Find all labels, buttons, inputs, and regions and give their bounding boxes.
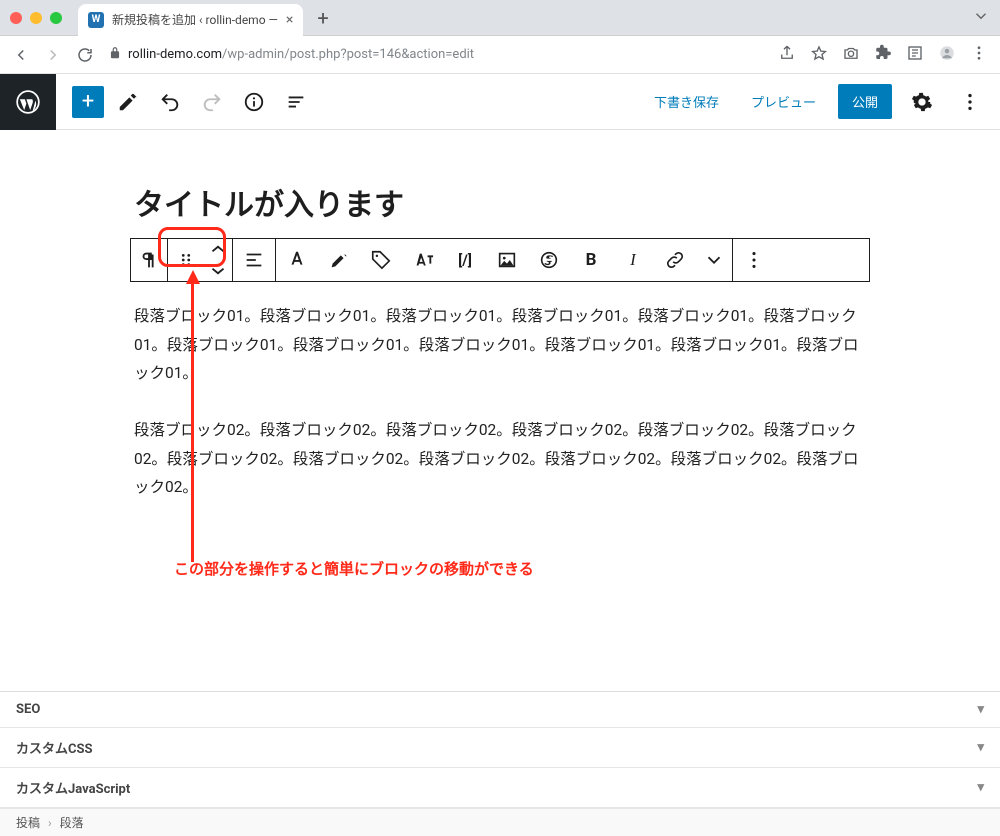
save-draft-button[interactable]: 下書き保存 [644, 86, 729, 117]
chrome-actions [778, 44, 988, 66]
block-inserter-button[interactable]: + [72, 86, 104, 118]
block-breadcrumb: 投稿 › 段落 [0, 808, 1000, 836]
reading-list-icon[interactable] [906, 44, 924, 66]
block-toolbar: [/] B I [130, 238, 870, 282]
highlight-color-button[interactable] [318, 239, 360, 281]
image-button[interactable] [486, 239, 528, 281]
metaboxes: SEO ▾ カスタムCSS ▾ カスタムJavaScript ▾ [0, 691, 1000, 808]
tab-strip: W 新規投稿を追加 ‹ rollin-demo — × + [0, 0, 1000, 36]
breadcrumb-separator-icon: › [48, 816, 52, 830]
breadcrumb-current[interactable]: 段落 [60, 814, 84, 831]
block-options-button[interactable] [733, 239, 775, 281]
edit-mode-button[interactable] [110, 84, 146, 120]
paragraph-block-1[interactable]: 段落ブロック01。段落ブロック01。段落ブロック01。段落ブロック01。段落ブロ… [130, 302, 870, 388]
bold-button[interactable]: B [570, 239, 612, 281]
move-up-down-buttons[interactable] [204, 239, 232, 281]
metabox-seo[interactable]: SEO ▾ [0, 692, 1000, 728]
font-size-button[interactable] [402, 239, 444, 281]
metabox-custom-css[interactable]: カスタムCSS ▾ [0, 728, 1000, 768]
chevron-down-icon: ▾ [977, 780, 984, 795]
camera-icon[interactable] [842, 44, 860, 66]
window-minimize-button[interactable] [30, 12, 42, 24]
annotation-arrow-line [191, 282, 194, 562]
settings-button[interactable] [904, 84, 940, 120]
metabox-seo-label: SEO [16, 702, 40, 717]
tab-add-button[interactable]: + [317, 6, 328, 30]
window-zoom-button[interactable] [50, 12, 62, 24]
metabox-custom-js-label: カスタムJavaScript [16, 778, 130, 797]
profile-icon[interactable] [938, 44, 956, 66]
publish-button[interactable]: 公開 [838, 84, 892, 119]
nav-forward-button[interactable] [44, 46, 62, 64]
text-color-button[interactable] [276, 239, 318, 281]
editor: + 下書き保存 プレビュー 公開 [0, 74, 1000, 836]
breadcrumb-root[interactable]: 投稿 [16, 814, 40, 831]
more-rich-text-button[interactable] [696, 239, 732, 281]
share-icon[interactable] [778, 44, 796, 66]
nav-back-button[interactable] [12, 46, 30, 64]
wordpress-logo-button[interactable] [0, 74, 56, 130]
window-close-button[interactable] [10, 12, 22, 24]
browser-tab-active[interactable]: W 新規投稿を追加 ‹ rollin-demo — × [78, 4, 303, 36]
chrome-menu-icon[interactable] [970, 44, 988, 66]
tabs-dropdown-icon[interactable] [972, 7, 990, 29]
editor-toolbar: + 下書き保存 プレビュー 公開 [0, 74, 1000, 130]
url-host: rollin-demo.com [128, 47, 222, 62]
extensions-icon[interactable] [874, 44, 892, 66]
tab-title: 新規投稿を追加 ‹ rollin-demo — [112, 11, 278, 28]
url-field[interactable]: rollin-demo.com/wp-admin/post.php?post=1… [108, 46, 764, 64]
paragraph-block-icon[interactable] [131, 239, 167, 281]
favicon-icon: W [88, 12, 104, 28]
lock-icon [108, 46, 122, 64]
info-button[interactable] [236, 84, 272, 120]
url-path: /wp-admin/post.php?post=146&action=edit [222, 47, 474, 62]
list-view-button[interactable] [278, 84, 314, 120]
tag-button[interactable] [360, 239, 402, 281]
window-controls [10, 12, 62, 24]
options-menu-button[interactable] [952, 84, 988, 120]
annotation-text: この部分を操作すると簡単にブロックの移動ができる [174, 558, 534, 579]
chevron-down-icon: ▾ [977, 740, 984, 755]
bookmark-icon[interactable] [810, 44, 828, 66]
preview-button[interactable]: プレビュー [741, 86, 826, 117]
undo-button[interactable] [152, 84, 188, 120]
strikethrough-button[interactable] [528, 239, 570, 281]
redo-button[interactable] [194, 84, 230, 120]
align-button[interactable] [233, 239, 275, 281]
paragraph-block-2[interactable]: 段落ブロック02。段落ブロック02。段落ブロック02。段落ブロック02。段落ブロ… [130, 416, 870, 502]
chevron-down-icon: ▾ [977, 702, 984, 717]
post-title-input[interactable]: タイトルが入ります [130, 180, 870, 224]
address-bar: rollin-demo.com/wp-admin/post.php?post=1… [0, 36, 1000, 74]
metabox-custom-js[interactable]: カスタムJavaScript ▾ [0, 768, 1000, 808]
metabox-custom-css-label: カスタムCSS [16, 738, 93, 757]
italic-button[interactable]: I [612, 239, 654, 281]
link-button[interactable] [654, 239, 696, 281]
tab-close-icon[interactable]: × [286, 12, 293, 28]
shortcode-button[interactable]: [/] [444, 239, 486, 281]
editor-canvas[interactable]: タイトルが入ります [0, 130, 1000, 691]
nav-reload-button[interactable] [76, 46, 94, 64]
browser-chrome: W 新規投稿を追加 ‹ rollin-demo — × + rollin-dem… [0, 0, 1000, 74]
